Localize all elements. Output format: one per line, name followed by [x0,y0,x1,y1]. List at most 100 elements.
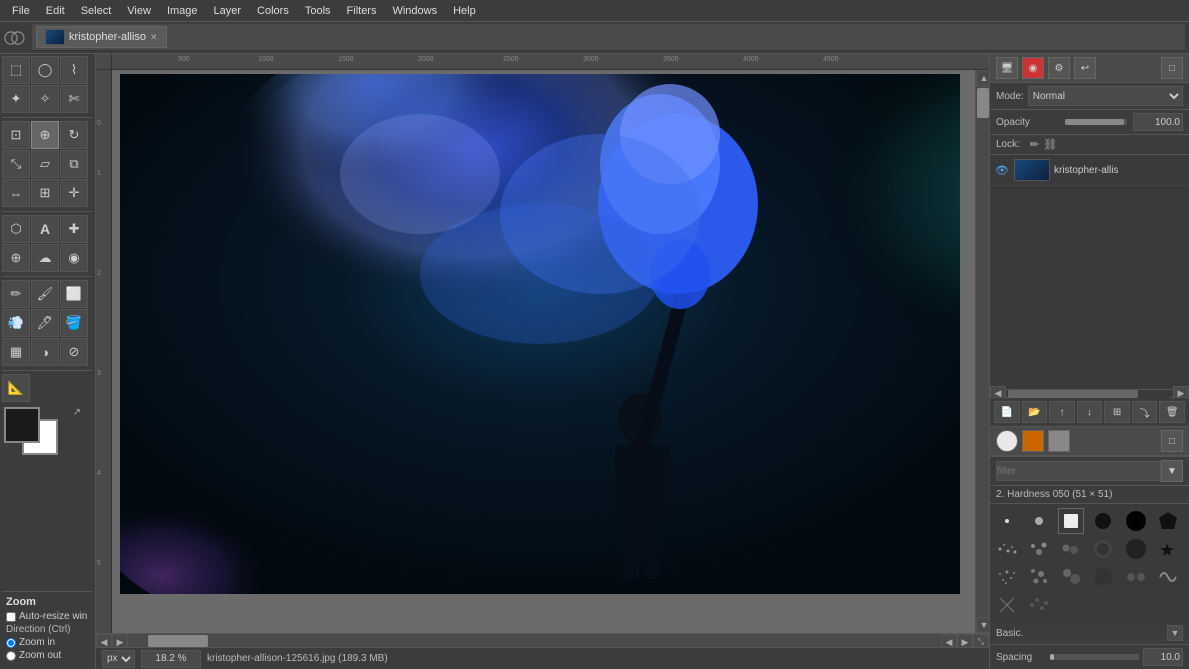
image-tab[interactable]: kristopher-alliso ✕ [36,26,167,48]
brush-set-expand-btn[interactable]: ▼ [1167,625,1183,641]
tool-path[interactable]: ⬡ [2,215,30,243]
tool-fill[interactable]: 🪣 [60,309,88,337]
brush-sample-7[interactable] [994,536,1020,562]
brush-sample-11[interactable] [1123,536,1149,562]
open-layer-btn[interactable]: 📂 [1022,401,1048,423]
brush-sample-9[interactable] [1058,536,1084,562]
canvas-scroll[interactable]: 0 1 2 3 4 5 [96,70,989,633]
tool-ellipse-select[interactable]: ◯ [31,56,59,84]
menu-filters[interactable]: Filters [339,3,385,19]
tool-move[interactable]: ✛ [60,179,88,207]
brush-sample-1[interactable] [994,508,1020,534]
brush-preset-2[interactable] [1022,430,1044,452]
brush-preset-1[interactable] [996,430,1018,452]
lock-chain-icon[interactable]: ⛓ [1043,138,1057,151]
new-layer-btn[interactable]: 📄 [994,401,1020,423]
tool-blur[interactable]: ◉ [60,244,88,272]
tool-measure[interactable]: 📐 [2,374,30,402]
menu-layer[interactable]: Layer [206,3,250,19]
tool-crop[interactable]: ⊡ [2,121,30,149]
menu-tools[interactable]: Tools [297,3,339,19]
scrollbar-v-thumb[interactable] [977,88,989,118]
tool-scissors[interactable]: ✄ [60,85,88,113]
scrollbar-vertical[interactable]: ▲ ▼ [975,70,989,633]
layer-item[interactable]: 👁 kristopher-allis [990,155,1189,186]
zoom-in-input[interactable] [6,638,16,648]
zoom-input[interactable]: 18.2 % [141,650,201,668]
menu-windows[interactable]: Windows [384,3,445,19]
menu-select[interactable]: Select [73,3,120,19]
brushes-collapse-btn[interactable]: □ [1161,430,1183,452]
unit-select[interactable]: px [102,650,135,668]
lock-pencil-icon[interactable]: ✏ [1030,138,1039,151]
scrollbar-v-track[interactable] [976,86,989,617]
tool-scale[interactable]: ⤡ [2,150,30,178]
swap-colors-icon[interactable]: ↗ [73,407,81,418]
tool-rotate[interactable]: ↻ [60,121,88,149]
brush-sample-17[interactable] [1123,564,1149,590]
tool-shear[interactable]: ▱ [31,150,59,178]
copy-layer-btn[interactable]: ⊞ [1104,401,1130,423]
tool-fuzzy-select[interactable]: ✦ [2,85,30,113]
brush-sample-15[interactable] [1058,564,1084,590]
brush-preset-3[interactable] [1048,430,1070,452]
tool-perspective[interactable]: ⧉ [60,150,88,178]
menu-edit[interactable]: Edit [38,3,73,19]
tool-pencil[interactable]: ✏ [2,280,30,308]
scrollbar-h-thumb[interactable] [148,635,208,647]
tool-zoom[interactable]: ⊕ [31,121,59,149]
brush-sample-20[interactable] [1026,592,1052,618]
tool-colorpick[interactable]: ⊘ [60,338,88,366]
brush-sample-5[interactable] [1123,508,1149,534]
scrollbar-horizontal[interactable] [128,634,941,647]
lower-layer-btn[interactable]: ↓ [1077,401,1103,423]
brush-sample-19[interactable] [994,592,1020,618]
tool-text[interactable]: A [31,215,59,243]
brush-sample-14[interactable] [1026,564,1052,590]
tool-smudge[interactable]: ☁ [31,244,59,272]
scrollbar-v-up[interactable]: ▲ [976,70,989,86]
panel-icon-screen[interactable]: 🖥 [996,57,1018,79]
panel-icon-settings[interactable]: ⚙ [1048,57,1070,79]
brush-filter-input[interactable] [996,461,1161,481]
fg-color-swatch[interactable] [4,407,40,443]
opacity-slider[interactable] [1065,119,1128,125]
menu-colors[interactable]: Colors [249,3,297,19]
merge-layer-btn[interactable]: ⤵ [1132,401,1158,423]
tool-color-select[interactable]: ✧ [31,85,59,113]
mode-select[interactable]: Normal [1028,86,1183,106]
brush-sample-6[interactable] [1155,508,1181,534]
tool-airbrush[interactable]: 💨 [2,309,30,337]
tool-brush[interactable]: 🖌 [31,280,59,308]
layer-visibility-icon[interactable]: 👁 [994,162,1010,178]
tool-free-select[interactable]: ⌇ [60,56,88,84]
menu-help[interactable]: Help [445,3,484,19]
scrollbar-v-down[interactable]: ▼ [976,617,989,633]
tool-rect-select[interactable]: ⬚ [2,56,30,84]
tool-heal[interactable]: ✚ [60,215,88,243]
tool-ink[interactable]: 🖊 [31,309,59,337]
tool-clone[interactable]: ⊕ [2,244,30,272]
image-canvas[interactable] [120,74,960,594]
tool-dodge[interactable]: ◑ [31,338,59,366]
brush-filter-expand[interactable]: ▼ [1161,460,1183,482]
brush-sample-8[interactable] [1026,536,1052,562]
brush-sample-2[interactable] [1026,508,1052,534]
brush-sample-4[interactable] [1090,508,1116,534]
raise-layer-btn[interactable]: ↑ [1049,401,1075,423]
delete-layer-btn[interactable]: 🗑 [1159,401,1185,423]
opacity-value[interactable]: 100.0 [1133,113,1183,131]
tool-gradient[interactable]: ▦ [2,338,30,366]
panel-collapse-btn[interactable]: □ [1161,57,1183,79]
tab-close-icon[interactable]: ✕ [150,32,158,43]
brush-sample-12[interactable]: ★ [1155,536,1181,562]
brush-sample-16[interactable] [1090,564,1116,590]
autoresize-checkbox[interactable] [6,612,16,622]
menu-file[interactable]: File [4,3,38,19]
menu-view[interactable]: View [119,3,159,19]
menu-image[interactable]: Image [159,3,206,19]
brush-sample-3[interactable] [1058,508,1084,534]
tool-flip[interactable]: ⇔ [2,179,30,207]
zoom-out-input[interactable] [6,651,16,661]
tool-eraser[interactable]: ⬜ [60,280,88,308]
